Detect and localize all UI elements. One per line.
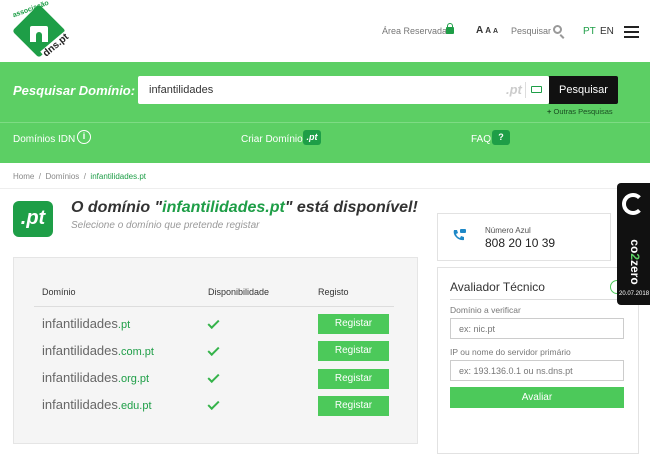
co2-text-3: zero [628, 260, 642, 285]
search-value[interactable]: infantilidades [149, 84, 213, 96]
domain-field-label: Domínio a verificar [450, 305, 521, 315]
domain-tld: .com.pt [117, 346, 154, 358]
contact-number[interactable]: 808 20 10 39 [485, 236, 555, 250]
col-header-register: Registo [318, 287, 349, 297]
pt-badge-icon: .pt [303, 130, 321, 145]
domain-tld: .pt [117, 319, 131, 331]
table-row-domain: infantilidades.com.pt [42, 343, 154, 358]
domain-name: infantilidades [42, 343, 118, 358]
table-row-domain: infantilidades.org.pt [42, 370, 149, 385]
availability-headline: O domínio "infantilidades.pt" está dispo… [71, 199, 418, 217]
co2-text-2: 2 [628, 253, 642, 260]
col-header-domain: Domínio [42, 287, 76, 297]
font-size-controls[interactable]: AAA [476, 25, 500, 36]
co2-text-1: co [628, 239, 642, 254]
evaluate-button[interactable]: Avaliar [450, 387, 624, 408]
breadcrumb-home[interactable]: Home [13, 172, 34, 181]
register-button[interactable]: Registar [318, 396, 389, 416]
domain-search-input[interactable]: infantilidades .pt [138, 76, 549, 104]
breadcrumb-divider [0, 188, 650, 189]
info-icon[interactable]: i [77, 130, 91, 144]
idn-domains-link[interactable]: Domínios IDN [13, 134, 75, 145]
breadcrumb-sep: / [83, 172, 86, 181]
breadcrumb: Home / Domínios / infantilidades.pt [13, 172, 146, 181]
availability-subtitle: Selecione o domínio que pretende regista… [71, 220, 260, 231]
other-searches-label: Outras Pesquisas [553, 107, 613, 116]
breadcrumb-dominios[interactable]: Domínios [45, 172, 79, 181]
font-size-medium[interactable]: A [485, 26, 493, 35]
create-domain-link[interactable]: Criar Domínio [241, 134, 303, 145]
domain-field[interactable] [450, 318, 624, 339]
co2zero-text: co2zero [628, 232, 642, 292]
breadcrumb-sep: / [38, 172, 42, 181]
keyboard-icon[interactable] [531, 86, 542, 93]
domain-name: infantilidades [42, 316, 118, 331]
other-searches-link[interactable]: + Outras Pesquisas [547, 107, 613, 116]
server-field[interactable] [450, 360, 624, 381]
domain-name: infantilidades [42, 370, 118, 385]
phone-chat-icon [453, 229, 466, 241]
font-size-large[interactable]: A [476, 25, 485, 36]
faq-link[interactable]: FAQ [471, 134, 491, 145]
col-header-availability: Disponibilidade [208, 287, 270, 297]
domain-tld: .org.pt [117, 373, 150, 385]
headline-pre: O domínio " [71, 199, 163, 216]
band-divider [0, 122, 650, 123]
area-reservada-link[interactable]: Área Reservada [382, 26, 447, 36]
dns-pt-logo[interactable]: associação dns.pt [10, 0, 72, 60]
search-suffix: .pt [506, 82, 522, 97]
logo-arch [30, 26, 48, 42]
server-field-label: IP ou nome do servidor primário [450, 347, 571, 357]
register-button[interactable]: Registar [318, 369, 389, 389]
search-icon[interactable] [553, 25, 562, 34]
lang-pt-link[interactable]: PT [583, 26, 596, 37]
table-row-domain: infantilidades.pt [42, 316, 130, 331]
co2zero-date: 20.07.2018 [619, 291, 650, 297]
evaluator-divider [450, 299, 624, 300]
domain-name: infantilidades [42, 397, 118, 412]
header-search-link[interactable]: Pesquisar [511, 26, 551, 36]
search-button[interactable]: Pesquisar [549, 76, 618, 104]
pt-logo-badge: .pt [13, 201, 53, 237]
register-button[interactable]: Registar [318, 341, 389, 361]
lang-en-link[interactable]: EN [600, 26, 614, 37]
faq-badge-icon: ? [492, 130, 510, 145]
co2zero-c-icon [622, 193, 644, 215]
search-label: Pesquisar Domínio: [13, 83, 136, 98]
table-row-domain: infantilidades.edu.pt [42, 397, 152, 412]
headline-post: " está disponível! [284, 199, 418, 216]
font-size-small[interactable]: A [493, 28, 500, 35]
headline-domain: infantilidades.pt [162, 199, 285, 216]
header-divider [34, 306, 394, 307]
hamburger-menu-icon[interactable] [624, 26, 639, 38]
tech-evaluator-title: Avaliador Técnico [450, 280, 545, 294]
register-button[interactable]: Registar [318, 314, 389, 334]
domain-tld: .edu.pt [117, 400, 152, 412]
search-divider [525, 82, 526, 98]
breadcrumb-current: infantilidades.pt [90, 172, 147, 181]
contact-label: Número Azul [485, 226, 531, 235]
lock-icon [446, 23, 454, 34]
